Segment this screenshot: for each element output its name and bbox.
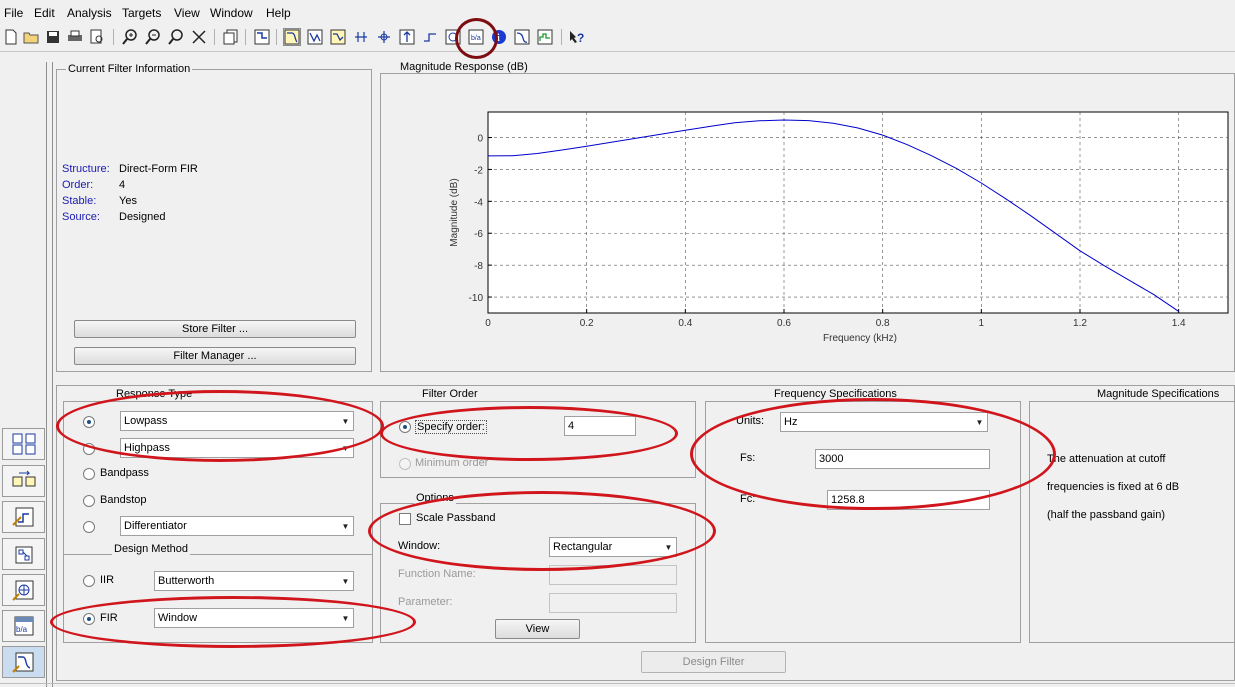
scale-passband-label: Scale Passband	[416, 512, 496, 524]
chevron-down-icon: ▼	[341, 443, 350, 453]
x-tick-label: 1.4	[1172, 318, 1186, 329]
chevron-down-icon: ▼	[341, 416, 350, 426]
y-tick-label: 0	[477, 134, 483, 145]
lowpass-select[interactable]: Lowpass ▼	[120, 411, 354, 431]
frequency-specs-title: Frequency Specifications	[772, 388, 899, 400]
y-tick-label: -10	[469, 293, 484, 304]
x-tick-label: 0.6	[777, 318, 791, 329]
fs-input[interactable]: 3000	[815, 449, 990, 469]
fir-radio[interactable]	[83, 613, 95, 625]
response-type-title: Response Type	[114, 388, 195, 400]
specify-order-label: Specify order:	[415, 420, 487, 434]
plot-area	[487, 111, 1229, 314]
magnitude-specs-title: Magnitude Specifications	[1095, 388, 1222, 400]
differentiator-radio[interactable]	[83, 521, 95, 533]
design-filter-button[interactable]: Design Filter	[641, 651, 786, 673]
view-button[interactable]: View	[495, 619, 580, 639]
svg-text:b/a: b/a	[16, 625, 28, 634]
options-title: Options	[414, 492, 456, 504]
x-tick-label: 0.8	[876, 318, 890, 329]
fs-label: Fs:	[740, 452, 756, 464]
magnitude-specs-group	[1029, 401, 1235, 643]
sidebar-pole-zero-editor-button[interactable]	[2, 574, 45, 606]
fc-label: Fc:	[740, 493, 756, 505]
highpass-radio[interactable]	[83, 443, 95, 455]
chevron-down-icon: ▼	[341, 613, 350, 623]
minimum-order-radio[interactable]	[399, 458, 411, 470]
units-label: Units:	[736, 415, 765, 427]
magnitude-response-chart: 0 0.2 0.4 0.6 0.8 1 1.2 1.4 0 -2 -4 -6 -8 -10 Frequenc…	[449, 111, 1229, 344]
bandstop-label: Bandstop	[100, 494, 147, 506]
lowpass-radio[interactable]	[83, 416, 95, 428]
function-name-label: Function Name:	[398, 568, 476, 580]
chevron-down-icon: ▼	[341, 521, 350, 531]
iir-method-select[interactable]: Butterworth ▼	[154, 571, 354, 591]
sidebar-import-filter-button[interactable]: b/a	[2, 610, 45, 642]
frequency-specs-group	[705, 401, 1021, 643]
x-tick-label: 1	[979, 318, 985, 329]
fc-input[interactable]: 1258.8	[827, 490, 990, 510]
window-select[interactable]: Rectangular ▼	[549, 537, 677, 557]
x-tick-label: 1.2	[1073, 318, 1087, 329]
magnitude-specs-line-3: (half the passband gain)	[1047, 509, 1166, 521]
x-tick-label: 0	[485, 318, 491, 329]
x-tick-label: 0.4	[678, 318, 692, 329]
y-tick-label: -6	[474, 229, 483, 240]
filter-order-title: Filter Order	[420, 388, 480, 400]
parameter-input[interactable]	[549, 593, 677, 613]
design-method-divider	[63, 554, 373, 555]
fir-method-select[interactable]: Window ▼	[154, 608, 354, 628]
y-axis-label: Magnitude (dB)	[449, 178, 460, 246]
iir-label: IIR	[100, 574, 115, 586]
minimum-order-label: Minimum order	[415, 457, 489, 469]
scale-passband-checkbox[interactable]	[399, 513, 411, 525]
y-tick-label: -8	[474, 261, 483, 272]
units-select[interactable]: Hz ▼	[780, 412, 988, 432]
chevron-down-icon: ▼	[341, 576, 350, 586]
order-input[interactable]: 4	[564, 416, 636, 436]
chevron-down-icon: ▼	[975, 417, 984, 427]
bandstop-radio[interactable]	[83, 495, 95, 507]
y-tick-label: -4	[474, 197, 483, 208]
differentiator-select[interactable]: Differentiator ▼	[120, 516, 354, 536]
magnitude-specs-line-2: frequencies is fixed at 6 dB	[1047, 481, 1180, 493]
specify-order-radio[interactable]	[399, 421, 411, 433]
bandpass-radio[interactable]	[83, 468, 95, 480]
design-method-title: Design Method	[112, 543, 190, 555]
x-tick-label: 0.2	[580, 318, 594, 329]
sidebar-realize-model-button[interactable]	[2, 538, 45, 570]
bandpass-label: Bandpass	[100, 467, 149, 479]
window-label: Window:	[398, 540, 441, 552]
x-axis-label: Frequency (kHz)	[823, 333, 897, 344]
sidebar-design-filter-button[interactable]	[2, 646, 45, 678]
parameter-label: Parameter:	[398, 596, 453, 608]
fir-label: FIR	[100, 612, 118, 624]
highpass-select[interactable]: Highpass ▼	[120, 438, 354, 458]
sidebar-transform-filter-button[interactable]	[2, 428, 45, 460]
sidebar-quantization-button[interactable]	[2, 501, 45, 533]
status-divider	[0, 683, 1235, 684]
magnitude-specs-line-1: The attenuation at cutoff	[1047, 453, 1166, 465]
y-tick-label: -2	[474, 165, 483, 176]
chevron-down-icon: ▼	[664, 542, 673, 552]
iir-radio[interactable]	[83, 575, 95, 587]
sidebar-create-multirate-button[interactable]	[2, 465, 45, 497]
function-name-input[interactable]	[549, 565, 677, 585]
